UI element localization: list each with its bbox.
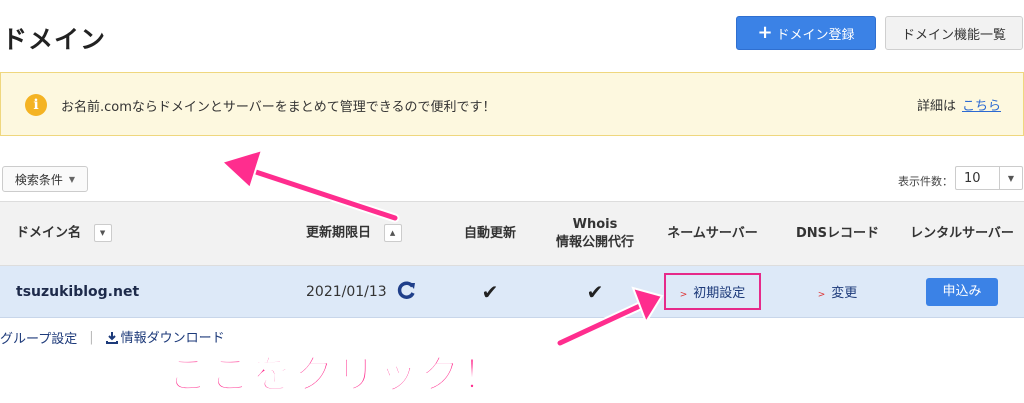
table-header-row: ドメイン名 ▼ 更新期限日 ▲ 自動更新 Whois 情報公開代行 ネームサーバ… <box>0 201 1024 266</box>
items-per-page-value: 10 <box>964 171 981 186</box>
caret-down-icon: ▼ <box>68 174 76 184</box>
nameserver-highlight-box: > 初期設定 <box>663 273 762 310</box>
header-whois-line2: 情報公開代行 <box>555 234 634 250</box>
search-conditions-label: 検索条件 <box>14 172 63 187</box>
header-expiry-label: 更新期限日 <box>306 225 372 241</box>
register-domain-button[interactable]: + ドメイン登録 <box>736 16 876 50</box>
detail-link[interactable]: こちら <box>962 99 1001 114</box>
checkmark-icon: ✔ <box>481 279 499 304</box>
rental-apply-button[interactable]: 申込み <box>926 277 998 306</box>
page-title: ドメイン <box>2 25 107 54</box>
header-expiry: 更新期限日 ▲ <box>290 201 440 266</box>
notice-message: お名前.comならドメインとサーバーをまとめて管理できるので便利です！ <box>61 100 496 115</box>
expiry-cell: 2021/01/13 <box>290 265 440 318</box>
header-domain-label: ドメイン名 <box>16 225 82 241</box>
download-icon <box>105 331 118 348</box>
dns-cell: > 変更 <box>775 265 900 318</box>
whois-cell: ✔ <box>540 265 650 318</box>
dns-change-link[interactable]: > 変更 <box>818 286 858 301</box>
chevron-right-icon: > <box>817 290 826 300</box>
header-rental: レンタルサーバー <box>900 201 1024 266</box>
sort-ascending-icon[interactable]: ▲ <box>383 224 402 243</box>
search-conditions-button[interactable]: 検索条件 ▼ <box>2 166 88 192</box>
domain-name-link[interactable]: tsuzukiblog.net <box>16 284 139 300</box>
items-per-page-label: 表示件数： <box>898 175 953 188</box>
rental-cell: 申込み <box>900 265 1024 318</box>
items-per-page-select[interactable]: 10 ▼ <box>955 166 1023 190</box>
header-domain: ドメイン名 ▼ <box>0 201 290 266</box>
domain-cell: tsuzukiblog.net <box>0 265 290 318</box>
nameserver-initial-settings-link[interactable]: > 初期設定 <box>680 286 746 301</box>
notice-detail: 詳細は こちら <box>917 95 1001 114</box>
header-whois-line1: Whois <box>572 216 618 232</box>
header-nameserver: ネームサーバー <box>650 201 775 266</box>
nameserver-link-label: 初期設定 <box>693 286 746 301</box>
expiry-date: 2021/01/13 <box>306 283 387 300</box>
renew-icon[interactable] <box>397 280 417 304</box>
nameserver-cell: > 初期設定 <box>650 265 775 318</box>
click-here-annotation: ここをクリック！ <box>167 351 504 399</box>
domain-features-button[interactable]: ドメイン機能一覧 <box>885 16 1023 50</box>
detail-prefix: 詳細は <box>916 99 956 114</box>
header-dns: DNSレコード <box>775 201 900 266</box>
auto-renew-cell: ✔ <box>440 265 540 318</box>
checkmark-icon: ✔ <box>586 279 604 304</box>
table-row: tsuzukiblog.net 2021/01/13 ✔ ✔ > 初期設定 > 変更… <box>0 265 1024 318</box>
domain-table: ドメイン名 ▼ 更新期限日 ▲ 自動更新 Whois 情報公開代行 ネームサーバ… <box>0 201 1024 318</box>
register-domain-label: ドメイン登録 <box>776 27 855 43</box>
sort-dropdown-icon[interactable]: ▼ <box>93 224 112 243</box>
divider: | <box>89 330 94 345</box>
header-whois: Whois 情報公開代行 <box>540 201 650 266</box>
header-auto-renew: 自動更新 <box>440 201 540 266</box>
plus-icon: + <box>757 22 773 43</box>
info-icon: i <box>25 94 47 116</box>
chevron-right-icon: > <box>679 290 688 300</box>
caret-down-icon: ▼ <box>999 167 1022 189</box>
group-settings-link[interactable]: グループ設定 <box>0 328 77 347</box>
notice-banner: i お名前.comならドメインとサーバーをまとめて管理できるので便利です！ 詳細… <box>0 72 1024 136</box>
dns-link-label: 変更 <box>831 286 858 301</box>
